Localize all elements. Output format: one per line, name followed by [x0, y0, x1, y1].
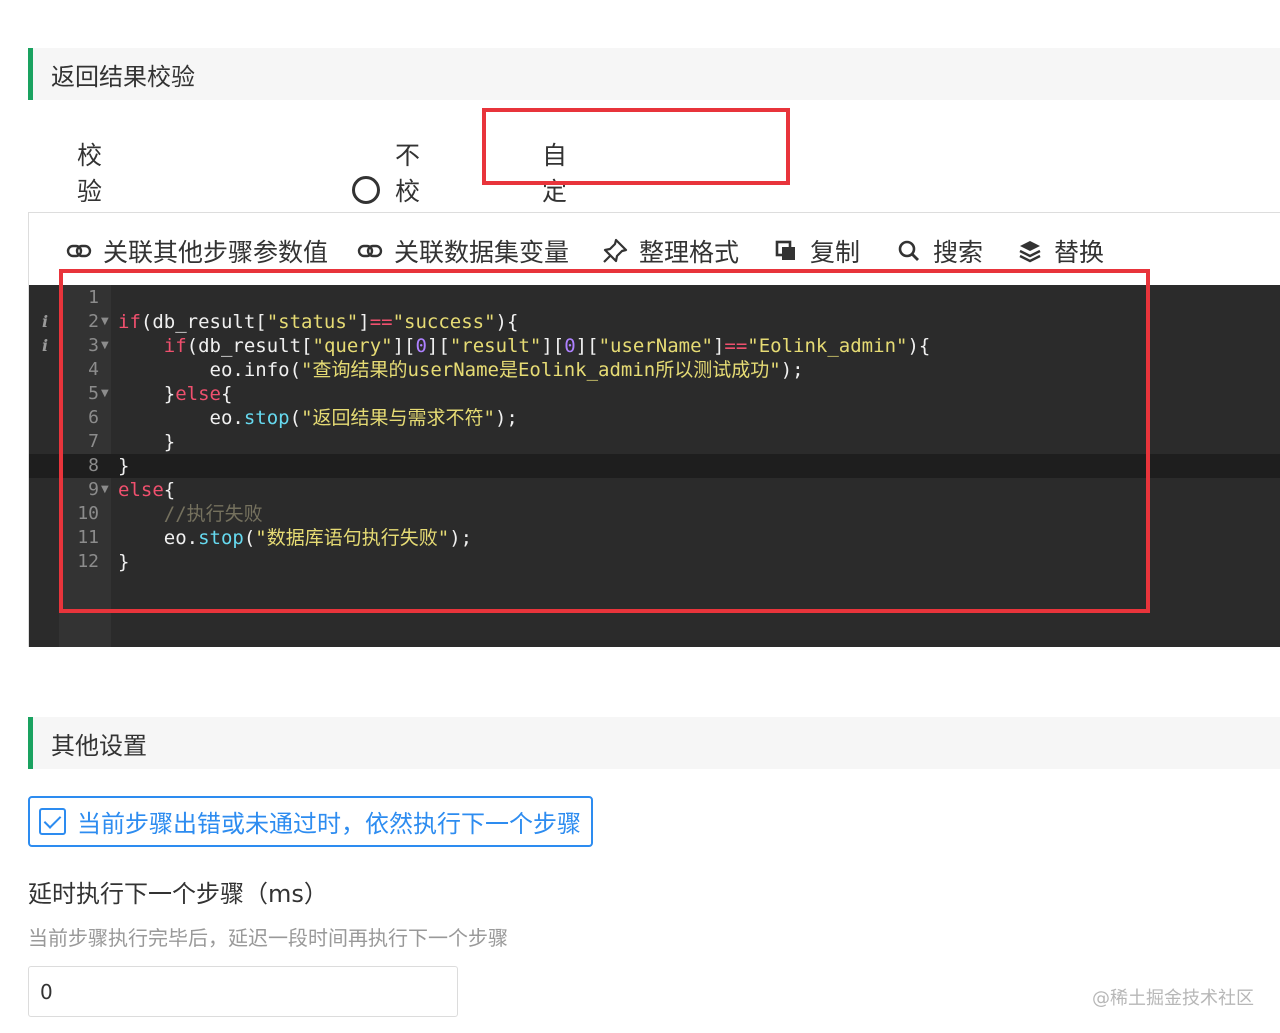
copy-label: 复制 [810, 238, 861, 267]
info-annotation-icon: i [42, 312, 49, 331]
checkbox-checked-icon [39, 808, 66, 835]
link-dataset-vars-label: 关联数据集变量 [394, 238, 570, 267]
radio-circle-icon [352, 176, 380, 204]
pin-icon [601, 237, 629, 265]
search-button[interactable]: 搜索 [895, 233, 983, 269]
link-dataset-vars-button[interactable]: 关联数据集变量 [356, 233, 569, 269]
continue-on-error-label: 当前步骤出错或未通过时，依然执行下一个步骤 [77, 810, 581, 838]
result-check-header: 返回结果校验 [28, 48, 1280, 100]
other-settings-header: 其他设置 [28, 717, 1280, 769]
search-icon [895, 237, 923, 265]
format-code-label: 整理格式 [639, 238, 740, 267]
continue-on-error-checkbox[interactable]: 当前步骤出错或未通过时，依然执行下一个步骤 [28, 796, 593, 847]
format-code-button[interactable]: 整理格式 [601, 233, 739, 269]
delay-ms-input[interactable] [28, 966, 458, 1017]
link-step-params-button[interactable]: 关联其他步骤参数值 [65, 233, 328, 269]
copy-button[interactable]: 复制 [772, 233, 860, 269]
info-annotation-icon: i [42, 336, 49, 355]
copy-icon [772, 237, 800, 265]
layers-icon [1016, 237, 1044, 265]
link-icon [356, 237, 384, 265]
watermark: @稀土掘金技术社区 [1092, 988, 1254, 1009]
delay-description: 当前步骤执行完毕后，延迟一段时间再执行下一个步骤 [28, 926, 508, 950]
highlight-box-custom-rule [482, 108, 790, 185]
link-icon [65, 237, 93, 265]
result-check-title: 返回结果校验 [51, 62, 195, 91]
replace-button[interactable]: 替换 [1016, 233, 1104, 269]
replace-label: 替换 [1054, 238, 1105, 267]
delay-title: 延时执行下一个步骤（ms） [28, 880, 328, 908]
search-label: 搜索 [933, 238, 984, 267]
link-step-params-label: 关联其他步骤参数值 [103, 238, 329, 267]
highlight-box-code [59, 269, 1150, 613]
other-settings-title: 其他设置 [51, 731, 147, 760]
